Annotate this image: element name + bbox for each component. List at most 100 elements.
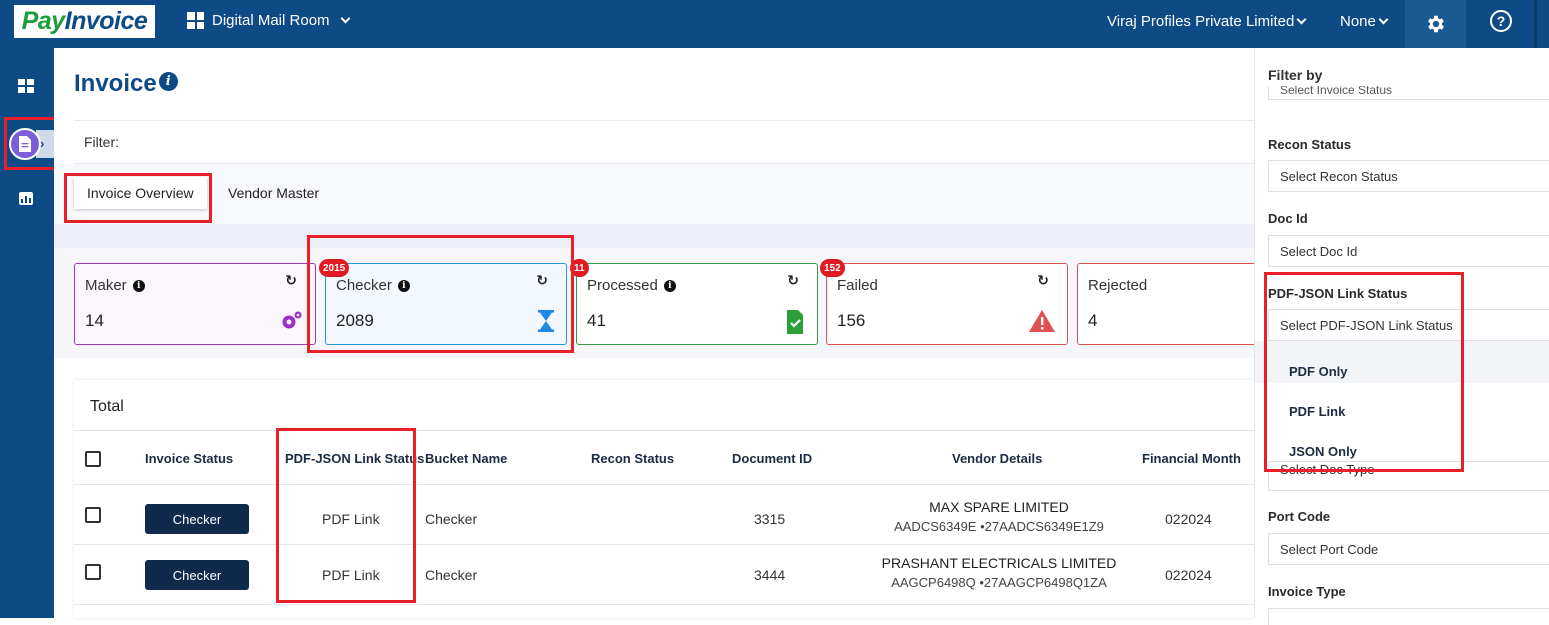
page-title: Invoice i (74, 70, 178, 98)
table-title: Total (90, 398, 124, 415)
card-label-text: Maker (85, 277, 127, 294)
card-label: Maker i (85, 277, 145, 294)
separator-band (54, 224, 1254, 248)
select-all-checkbox[interactable] (85, 451, 101, 467)
invoice-type-select[interactable] (1268, 608, 1549, 625)
tabs-bar: Invoice Overview Vendor Master (54, 164, 1254, 224)
highlight-link-column (276, 428, 416, 603)
logo-part2: Invoice (64, 7, 148, 35)
card-label: Processed i (587, 277, 676, 294)
table-row[interactable]: Checker PDF Link Checker 3315 MAX SPARE … (74, 485, 1254, 545)
settings-button[interactable] (1405, 0, 1466, 48)
file-check-icon (785, 310, 805, 339)
highlight-checker-card (307, 235, 574, 353)
filter-label: Filter: (84, 134, 119, 150)
port-code-label: Port Code (1268, 509, 1331, 524)
bucket-cell: Checker (425, 567, 478, 583)
bar-chart-icon[interactable] (19, 192, 33, 205)
card-label: Failed (837, 277, 878, 294)
table-row[interactable]: Checker PDF Link Checker 3444 PRASHANT E… (74, 545, 1254, 605)
vendor-gstin: •27AAGCP6498Q1ZA (979, 575, 1107, 590)
topbar-divider (1534, 0, 1537, 48)
vendor-cell: PRASHANT ELECTRICALS LIMITED AAGCP6498Q … (874, 555, 1124, 590)
help-icon[interactable]: ? (1490, 10, 1512, 32)
status-button[interactable]: Checker (145, 560, 249, 590)
filter-panel-title: Filter by (1268, 67, 1323, 83)
doc-id-cell: 3315 (754, 511, 786, 527)
scope-value: None (1340, 13, 1376, 30)
scope-selector[interactable]: None (1340, 13, 1389, 30)
company-selector[interactable]: Viraj Profiles Private Limited (1107, 13, 1307, 30)
card-failed[interactable]: Failed ↻ 156 (826, 263, 1068, 345)
highlight-link-status-filter (1264, 272, 1464, 472)
apps-grid-icon (187, 12, 204, 29)
bucket-cell: Checker (425, 511, 478, 527)
col-bucket-name[interactable]: Bucket Name (425, 451, 507, 466)
info-icon[interactable]: i (158, 71, 178, 91)
page-title-text: Invoice (74, 70, 157, 97)
info-icon[interactable]: i (132, 279, 145, 292)
doc-id-select[interactable]: Select Doc Id (1268, 235, 1549, 267)
invoice-table: Total Invoice Status PDF-JSON Link Statu… (74, 380, 1254, 618)
card-label-text: Rejected (1088, 277, 1148, 294)
card-rejected[interactable]: Rejected 4 (1077, 263, 1277, 345)
status-button[interactable]: Checker (145, 504, 249, 534)
logo-part1: Pay (21, 7, 65, 35)
warning-icon (1029, 310, 1055, 337)
dashboard-icon[interactable] (18, 79, 34, 93)
vendor-pan: AAGCP6498Q (891, 575, 976, 590)
doc-id-cell: 3444 (754, 567, 786, 583)
card-label-text: Processed (587, 277, 658, 294)
row-checkbox[interactable] (85, 507, 101, 523)
refresh-icon[interactable]: ↻ (787, 272, 799, 289)
top-bar: Pay Invoice Digital Mail Room Viraj Profi… (0, 0, 1549, 48)
row-checkbox[interactable] (85, 564, 101, 580)
vendor-name: PRASHANT ELECTRICALS LIMITED (881, 555, 1117, 571)
vendor-name: MAX SPARE LIMITED (929, 499, 1069, 515)
invoice-status-select[interactable]: Select Invoice Status (1268, 86, 1549, 100)
status-cards: Maker i ↻ 14 Checker i ↻ 2089 2015 Process… (54, 248, 1277, 358)
col-vendor-details[interactable]: Vendor Details (952, 451, 1042, 466)
col-recon-status[interactable]: Recon Status (591, 451, 674, 466)
recon-status-select[interactable]: Select Recon Status (1268, 160, 1549, 192)
highlight-tab-overview (64, 173, 212, 223)
col-invoice-status[interactable]: Invoice Status (145, 451, 233, 466)
card-value: 156 (837, 311, 866, 330)
card-value: 41 (587, 311, 606, 330)
failed-badge: 152 (820, 259, 845, 277)
chevron-down-icon (1296, 14, 1307, 25)
col-financial-month[interactable]: Financial Month (1142, 451, 1241, 466)
fin-month-cell: 022024 (1165, 567, 1212, 583)
payinvoice-logo[interactable]: Pay Invoice (14, 5, 155, 38)
recon-status-label: Recon Status (1268, 137, 1352, 152)
vendor-pan: AADCS6349E (894, 519, 977, 534)
filter-bar: Filter: (74, 120, 1254, 164)
vendor-gstin: •27AADCS6349E1Z9 (980, 519, 1104, 534)
vendor-ids: AAGCP6498Q •27AAGCP6498Q1ZA (874, 575, 1124, 590)
fin-month-cell: 022024 (1165, 511, 1212, 527)
port-code-select[interactable]: Select Port Code (1268, 533, 1549, 565)
invoice-type-label: Invoice Type (1268, 584, 1346, 599)
chevron-down-icon (1378, 14, 1389, 25)
card-processed[interactable]: Processed i ↻ 41 (576, 263, 818, 345)
refresh-icon[interactable]: ↻ (1037, 272, 1049, 289)
card-value: 14 (85, 311, 104, 330)
vendor-ids: AADCS6349E •27AADCS6349E1Z9 (874, 519, 1124, 534)
gear-icon (279, 310, 303, 337)
table-header: Invoice Status PDF-JSON Link Status Buck… (74, 430, 1254, 485)
highlight-sidebar-invoice (4, 117, 61, 170)
refresh-icon[interactable]: ↻ (285, 272, 297, 289)
doc-id-label: Doc Id (1268, 211, 1308, 226)
company-name: Viraj Profiles Private Limited (1107, 13, 1295, 30)
chevron-down-icon (340, 13, 350, 24)
app-switcher[interactable]: Digital Mail Room (187, 12, 350, 29)
app-name: Digital Mail Room (212, 12, 330, 29)
card-label: Rejected (1088, 277, 1147, 294)
main-content: Invoice i Filter: Invoice Overview Vendo… (54, 48, 1277, 618)
tab-vendor-master[interactable]: Vendor Master (215, 177, 332, 209)
card-maker[interactable]: Maker i ↻ 14 (74, 263, 316, 345)
card-value: 4 (1088, 311, 1098, 330)
gear-icon (1427, 15, 1444, 33)
col-document-id[interactable]: Document ID (732, 451, 812, 466)
info-icon[interactable]: i (663, 279, 676, 292)
